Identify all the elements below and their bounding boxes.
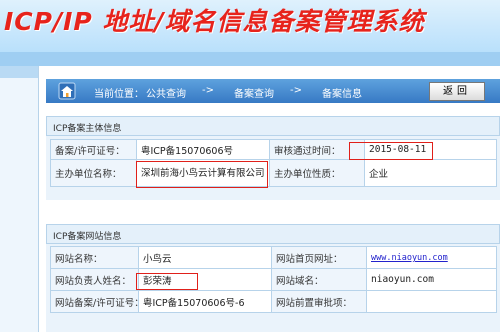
sponsor-name-value: 深圳前海小鸟云计算有限公司 [136,159,270,187]
owner-value: 彭荣涛 [138,268,272,291]
website-info-header: ICP备案网站信息 [46,224,500,244]
domain-label: 网站域名： [271,268,367,291]
website-info-table: 网站名称： 小鸟云 网站首页网址： www.niaoyun.com 网站负责人姓… [50,246,497,313]
website-info-panel: ICP备案网站信息 网站名称： 小鸟云 网站首页网址： www.niaoyun.… [46,224,500,332]
breadcrumb-public-query[interactable]: 公共查询 [146,85,186,100]
back-button[interactable]: 返回 [429,82,485,101]
homepage-label: 网站首页网址： [271,246,367,269]
subject-info-heading: ICP备案主体信息 [53,124,122,134]
sponsor-name-label: 主办单位名称： [50,159,137,187]
owner-label: 网站负责人姓名： [50,268,139,291]
review-time-value: 2015-08-11 [364,139,497,160]
homepage-link[interactable]: www.niaoyun.com [371,253,448,263]
website-info-heading: ICP备案网站信息 [53,232,122,242]
breadcrumb-bar: 当前位置： 公共查询 -> 备案查询 -> 备案信息 返回 [46,79,500,103]
subject-info-table: 备案/许可证号： 粤ICP备15070606号 审核通过时间： 2015-08-… [50,139,497,187]
site-name-value: 小鸟云 [138,246,272,269]
subject-info-panel: ICP备案主体信息 备案/许可证号： 粤ICP备15070606号 审核通过时间… [46,116,500,200]
site-license-label: 网站备案/许可证号： [50,290,139,313]
review-time-label: 审核通过时间： [269,139,365,160]
header-banner: ICP/IP 地址/域名信息备案管理系统 [0,0,500,52]
breadcrumb-record-info: 备案信息 [322,89,362,100]
header-strip [0,52,500,66]
domain-value: niaoyun.com [366,268,497,291]
home-icon[interactable] [58,82,76,100]
license-label: 备案/许可证号： [50,139,137,160]
subject-info-header: ICP备案主体信息 [46,116,500,136]
left-frame-header [0,66,38,78]
location-label: 当前位置： [94,89,144,100]
site-name-label: 网站名称： [50,246,139,269]
breadcrumb-separator: -> [202,85,214,96]
license-value: 粤ICP备15070606号 [136,139,270,160]
preapproval-value [366,290,497,313]
breadcrumb-record-query[interactable]: 备案查询 [234,85,274,100]
sponsor-type-label: 主办单位性质： [269,159,365,187]
site-license-value: 粤ICP备15070606号-6 [138,290,272,313]
system-title: ICP/IP 地址/域名信息备案管理系统 [4,7,425,36]
sponsor-type-value: 企业 [364,159,497,187]
left-frame [0,66,39,332]
breadcrumb-separator: -> [290,85,302,96]
preapproval-label: 网站前置审批项： [271,290,367,313]
